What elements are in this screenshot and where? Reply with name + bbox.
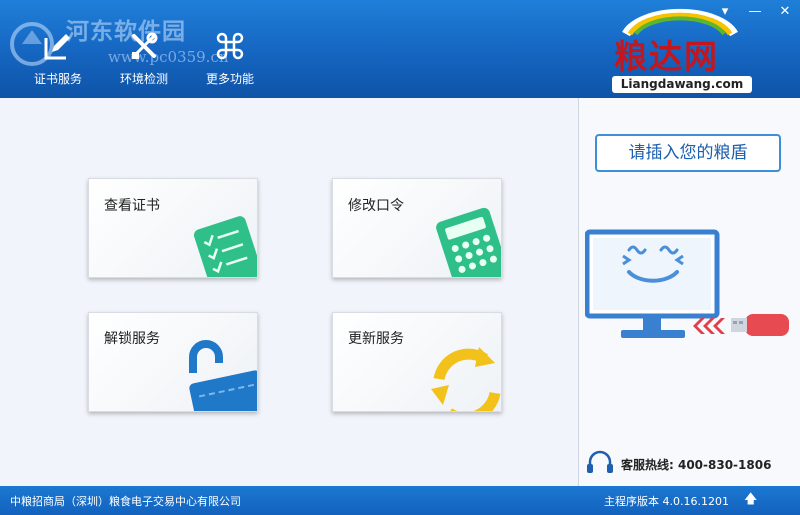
version-text: 主程序版本 4.0.16.1201 <box>604 495 729 508</box>
toolbar-environment-check[interactable]: 环境检测 <box>104 30 184 92</box>
card-title: 更新服务 <box>348 331 404 347</box>
card-title: 解锁服务 <box>104 331 160 347</box>
hotline-text: 客服热线: 400-830-1806 <box>621 458 772 472</box>
header: 河东软件园 www.pc0359.cn 证书服务 环境检测 更多功能 ▾ — ✕ <box>0 0 800 98</box>
brand-logo: 粮达网 Liangdawang.com <box>606 6 752 94</box>
card-title: 修改口令 <box>348 198 404 214</box>
update-service-card[interactable]: 更新服务 <box>332 312 502 412</box>
toolbar-label: 更多功能 <box>205 72 254 86</box>
calculator-icon <box>436 207 501 277</box>
monitor-usb-icon <box>585 229 789 338</box>
toolbar-label: 环境检测 <box>119 72 168 86</box>
headset-icon <box>587 450 613 473</box>
unlock-icon <box>189 340 257 411</box>
toolbar-label: 证书服务 <box>33 72 82 86</box>
certificate-edit-icon <box>44 34 70 60</box>
status-bar: 中粮招商局（深圳）粮食电子交易中心有限公司 主程序版本 4.0.16.1201 … <box>0 486 800 515</box>
change-password-card[interactable]: 修改口令 <box>332 178 502 278</box>
upgrade-arrow-icon[interactable]: 🡅 <box>744 490 757 512</box>
refresh-icon <box>431 347 501 411</box>
main-area: 查看证书 修改口令 解锁服务 更新服务 <box>0 98 578 486</box>
customer-hotline: 客服热线: 400-830-1806 <box>585 450 795 476</box>
card-title: 查看证书 <box>104 198 160 214</box>
command-icon <box>216 32 244 60</box>
tools-icon <box>132 32 158 59</box>
toolbar-more-functions[interactable]: 更多功能 <box>190 30 270 92</box>
brand-url: Liangdawang.com <box>612 76 752 93</box>
brand-name: 粮达网 <box>614 37 719 76</box>
toolbar-certificate-service[interactable]: 证书服务 <box>18 30 98 92</box>
unlock-service-card[interactable]: 解锁服务 <box>88 312 258 412</box>
company-name: 中粮招商局（深圳）粮食电子交易中心有限公司 <box>10 495 241 508</box>
close-button[interactable]: ✕ <box>772 2 798 22</box>
view-certificate-card[interactable]: 查看证书 <box>88 178 258 278</box>
insert-key-button[interactable]: 请插入您的粮盾 <box>595 134 781 172</box>
side-panel: 请插入您的粮盾 客服热线: 400-830-1806 <box>578 98 800 486</box>
certificate-list-icon <box>193 216 257 277</box>
